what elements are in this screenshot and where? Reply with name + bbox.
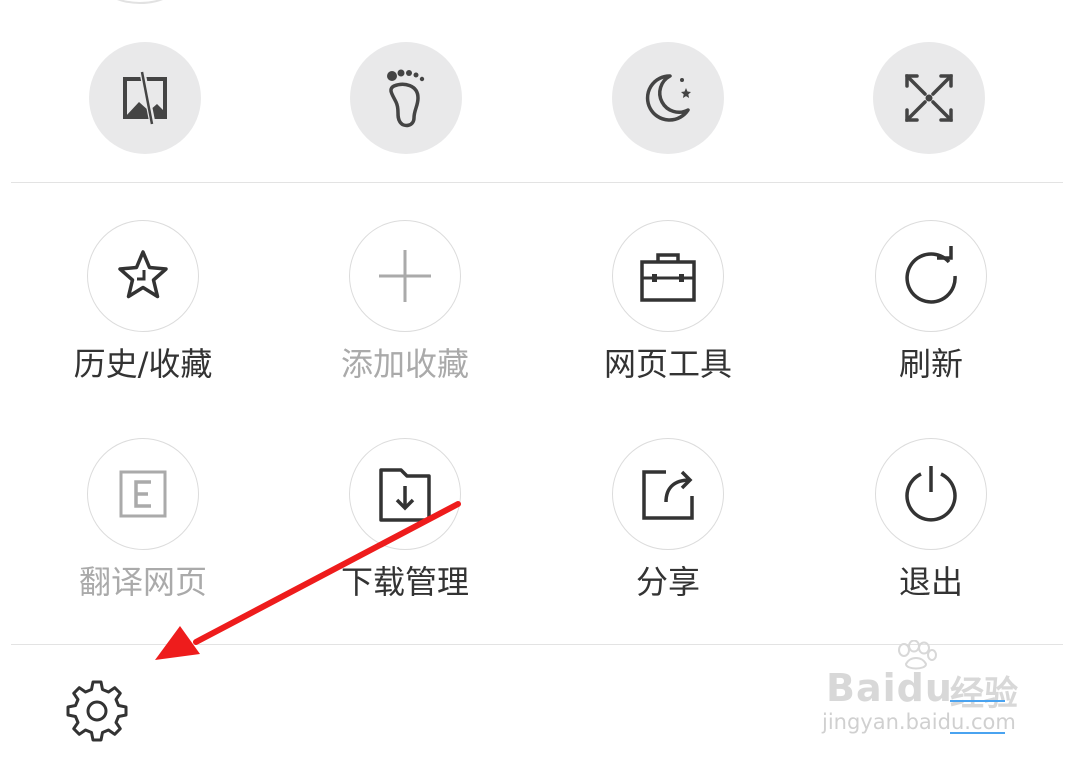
menu-item-label: 网页工具 <box>603 345 732 383</box>
partial-avatar-ring <box>100 0 180 4</box>
section-divider <box>11 182 1063 183</box>
download-folder-icon <box>379 468 431 522</box>
watermark-url: jingyan.baidu.com <box>822 710 1016 734</box>
menu-item-label: 刷新 <box>898 345 963 383</box>
menu-item-circle <box>612 438 724 550</box>
menu-item-label: 历史/收藏 <box>73 345 213 383</box>
footprint-icon <box>387 69 425 128</box>
menu-item-circle <box>87 220 199 332</box>
power-icon <box>905 466 957 522</box>
baidu-jingyan-watermark: Baidu 经验 jingyan.baidu.com <box>818 640 1028 740</box>
gear-icon <box>66 680 128 742</box>
menu-item-web-tools[interactable]: 网页工具 <box>568 220 768 384</box>
watermark-underline <box>950 700 1005 702</box>
settings-button[interactable] <box>66 680 128 742</box>
menu-item-label: 退出 <box>898 563 963 601</box>
no-image-mode-button[interactable] <box>89 42 201 154</box>
menu-item-circle <box>349 220 461 332</box>
menu-item-circle <box>875 220 987 332</box>
menu-item-label: 翻译网页 <box>78 563 207 601</box>
watermark-underline <box>950 732 1005 734</box>
fullscreen-icon <box>905 74 953 122</box>
menu-item-add-favorite[interactable]: 添加收藏 <box>305 220 505 384</box>
moon-stars-icon <box>645 74 691 122</box>
menu-item-exit[interactable]: 退出 <box>831 438 1031 602</box>
translate-icon <box>119 470 167 518</box>
menu-item-circle <box>875 438 987 550</box>
fullscreen-button[interactable] <box>873 42 985 154</box>
menu-item-label: 下载管理 <box>340 563 469 601</box>
star-clock-icon <box>118 250 168 299</box>
no-image-icon <box>123 69 167 127</box>
menu-item-label: 分享 <box>635 563 700 601</box>
menu-item-download-manager[interactable]: 下载管理 <box>305 438 505 602</box>
menu-item-circle <box>612 220 724 332</box>
footprint-mode-button[interactable] <box>350 42 462 154</box>
menu-item-history-favorites[interactable]: 历史/收藏 <box>43 220 243 384</box>
share-icon <box>642 470 694 520</box>
toolbox-icon <box>640 253 696 302</box>
menu-item-refresh[interactable]: 刷新 <box>831 220 1031 384</box>
menu-item-circle <box>87 438 199 550</box>
menu-item-share[interactable]: 分享 <box>568 438 768 602</box>
menu-item-label: 添加收藏 <box>340 345 469 383</box>
watermark-cn: 经验 <box>950 674 1018 714</box>
menu-item-translate-page[interactable]: 翻译网页 <box>43 438 243 602</box>
refresh-icon <box>905 246 957 304</box>
night-mode-button[interactable] <box>612 42 724 154</box>
plus-icon <box>379 250 431 302</box>
watermark-brand: Baidu <box>826 666 953 710</box>
menu-item-circle <box>349 438 461 550</box>
